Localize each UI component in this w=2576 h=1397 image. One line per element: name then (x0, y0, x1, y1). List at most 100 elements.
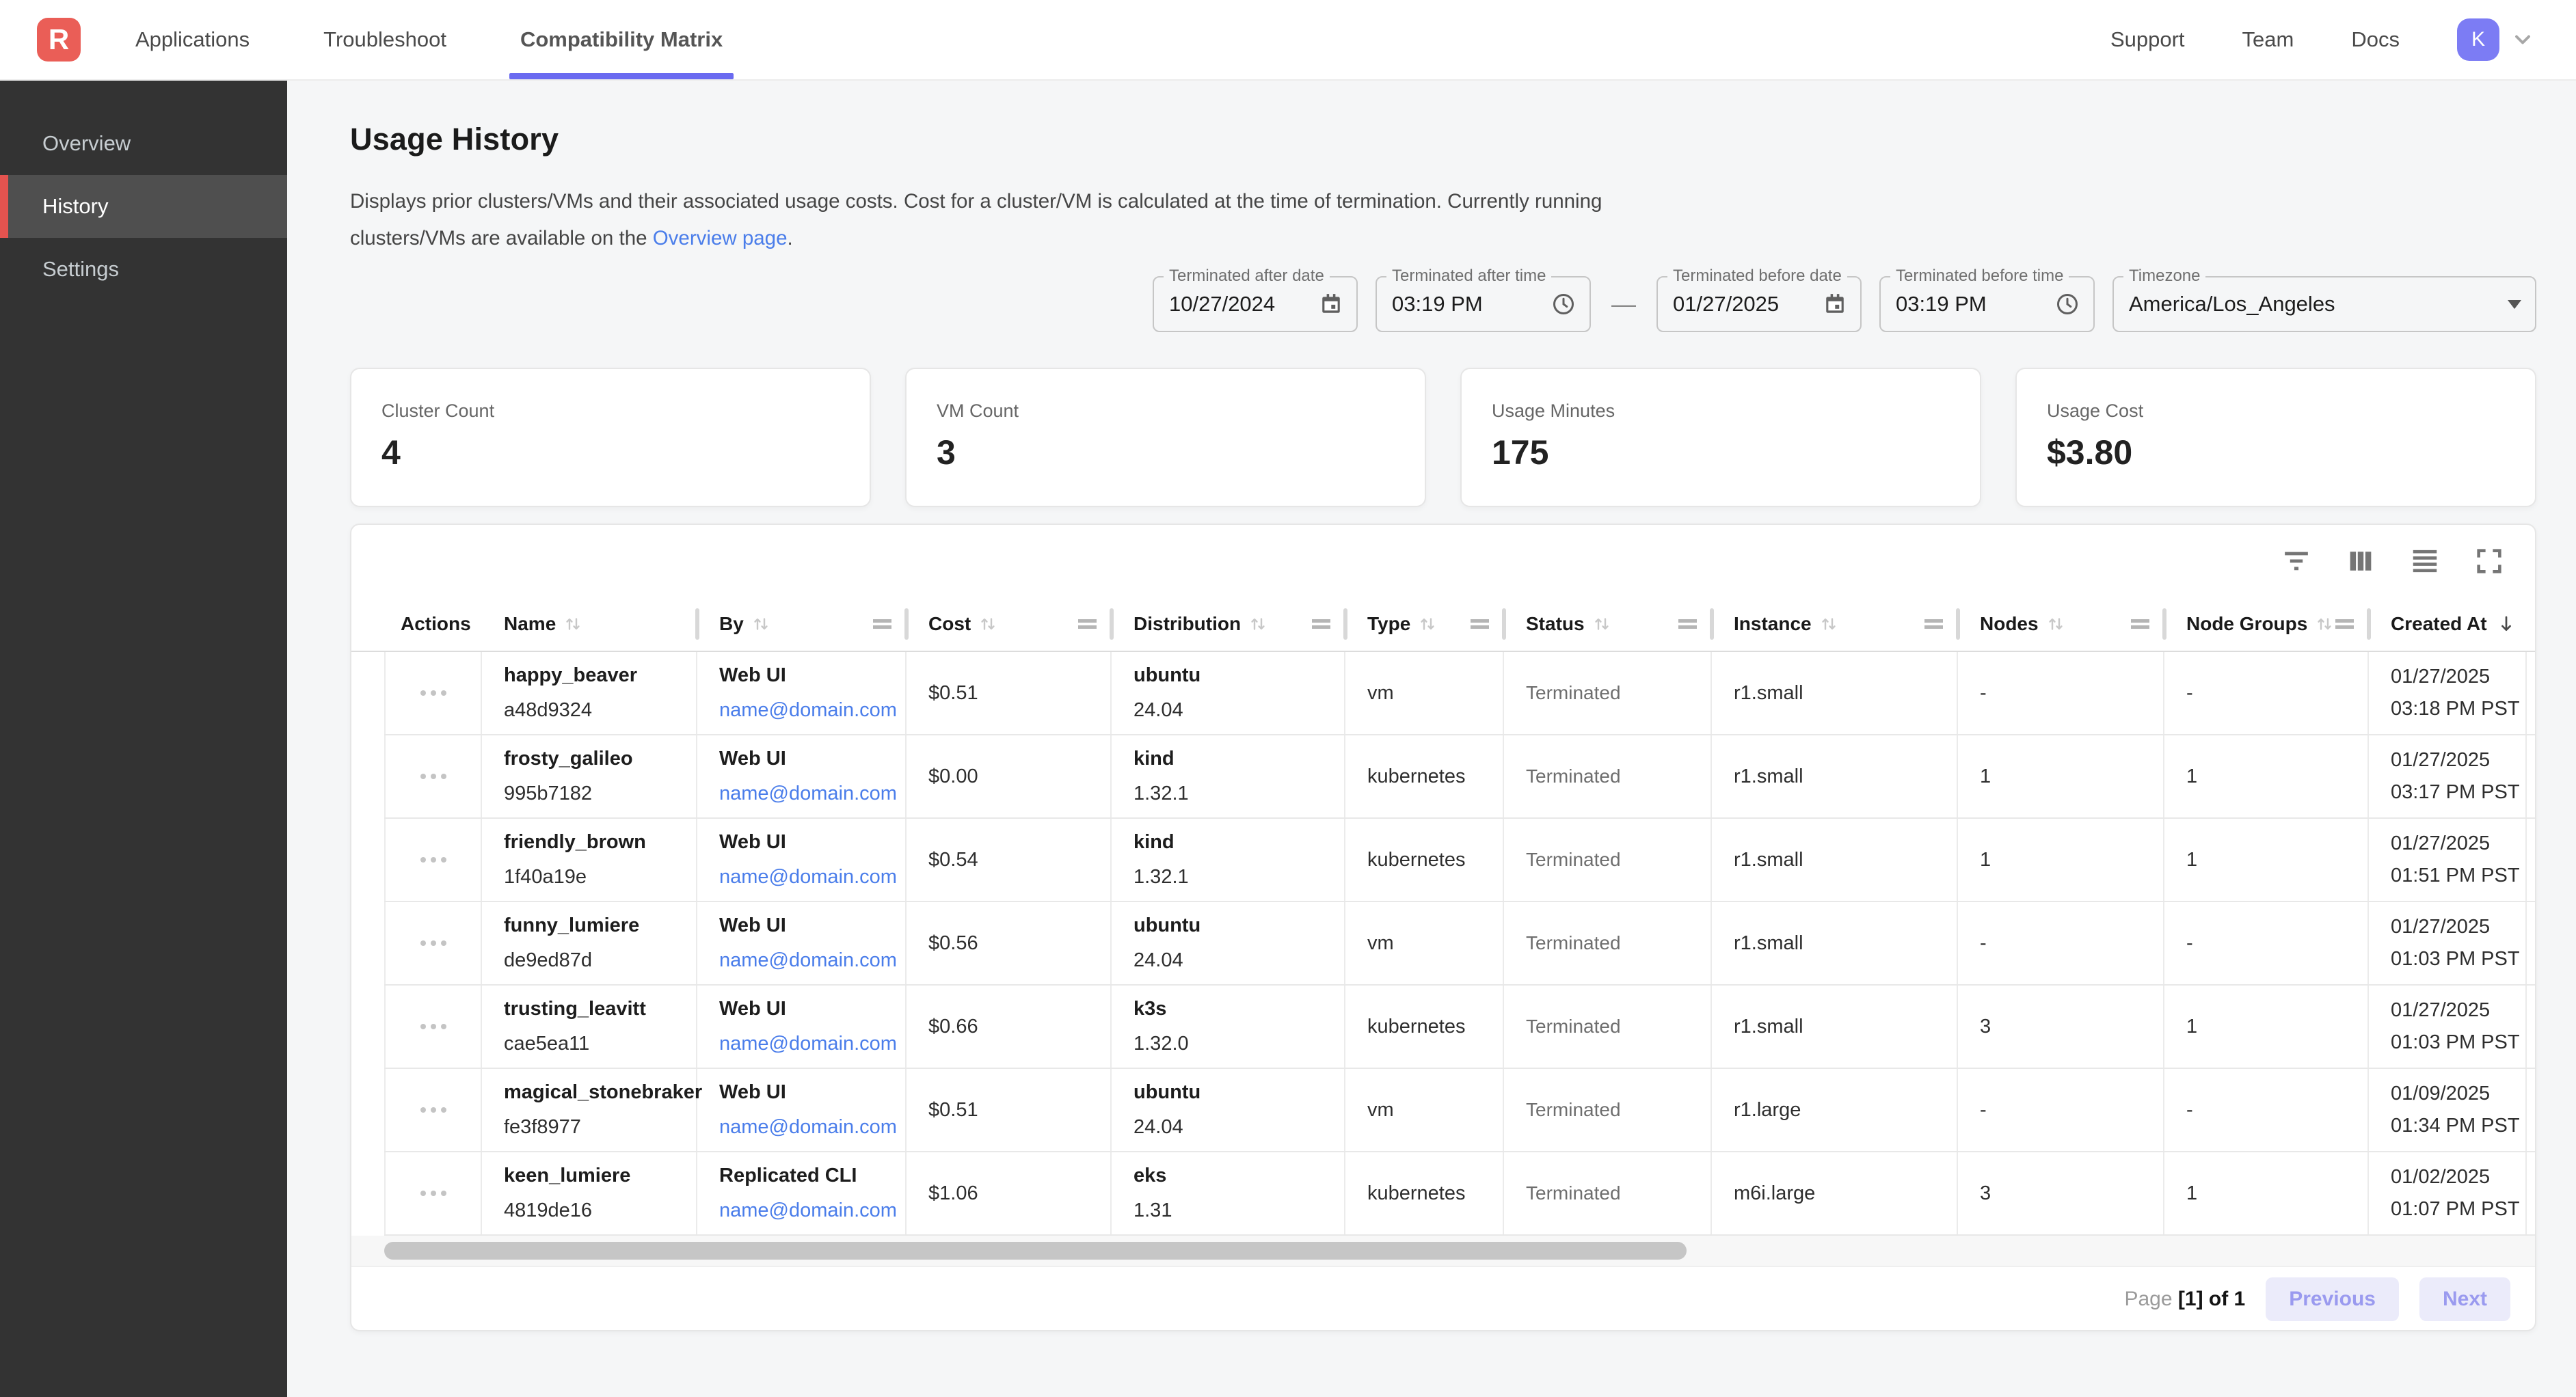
cell-name: keen_lumiere4819de16 (482, 1152, 697, 1234)
cell-by: Web UIname@domain.com (697, 819, 907, 901)
sidebar-item-history[interactable]: History (0, 175, 287, 238)
cell-created: 01/27/202501:03 PM PST (2369, 986, 2527, 1068)
previous-page-button[interactable]: Previous (2266, 1277, 2399, 1321)
nodes-value: 3 (1980, 1016, 2163, 1038)
tab-troubleshoot[interactable]: Troubleshoot (312, 0, 457, 79)
row-actions-button[interactable] (384, 735, 482, 817)
column-header-nodes[interactable]: Nodes (1958, 597, 2164, 651)
created-date: 01/09/2025 (2391, 1083, 2525, 1105)
clock-icon[interactable] (1539, 292, 1576, 316)
cell-nodes: 3 (1958, 986, 2164, 1068)
terminated-before-time-field[interactable]: Terminated before time 03:19 PM (1879, 276, 2095, 332)
density-icon[interactable] (2409, 545, 2441, 577)
terminated-before-date-field[interactable]: Terminated before date 01/27/2025 (1656, 276, 1862, 332)
horizontal-scrollbar-track[interactable] (351, 1236, 2535, 1267)
page-indicator: Page [1] of 1 (2124, 1288, 2245, 1311)
table-body: happy_beavera48d9324Web UIname@domain.co… (351, 652, 2535, 1236)
top-nav: R Applications Troubleshoot Compatibilit… (0, 0, 2576, 81)
row-actions-button[interactable] (384, 1152, 482, 1234)
column-header-by[interactable]: By (697, 597, 907, 651)
cell-cost: $0.66 (907, 986, 1112, 1068)
user-email-link[interactable]: name@domain.com (719, 699, 905, 722)
cluster-name: funny_lumiere (504, 914, 696, 937)
tab-compatibility-matrix[interactable]: Compatibility Matrix (509, 0, 734, 79)
row-actions-button[interactable] (384, 652, 482, 734)
column-header-cost[interactable]: Cost (907, 597, 1112, 651)
row-actions-button[interactable] (384, 1069, 482, 1151)
status-badge: Terminated (1526, 1099, 1710, 1121)
row-actions-button[interactable] (384, 986, 482, 1068)
columns-icon[interactable] (2345, 545, 2376, 577)
row-actions-button[interactable] (384, 819, 482, 901)
column-header-status[interactable]: Status (1504, 597, 1712, 651)
cell-type: vm (1345, 1069, 1504, 1151)
table-row: trusting_leavittcae5ea11Web UIname@domai… (384, 986, 2535, 1069)
sort-unsorted-icon (2045, 614, 2066, 634)
column-drag-icon[interactable] (2131, 619, 2149, 629)
cell-created: 01/27/202501:03 PM PST (2369, 902, 2527, 984)
clock-icon[interactable] (2043, 292, 2080, 316)
filter-icon[interactable] (2281, 545, 2312, 577)
user-email-link[interactable]: name@domain.com (719, 1199, 905, 1222)
user-email-link[interactable]: name@domain.com (719, 1033, 905, 1055)
user-email-link[interactable]: name@domain.com (719, 949, 905, 972)
nav-link-team[interactable]: Team (2242, 27, 2294, 52)
row-actions-button[interactable] (384, 902, 482, 984)
column-drag-icon[interactable] (2335, 619, 2354, 629)
type-value: vm (1367, 682, 1503, 705)
sidebar: Overview History Settings (0, 81, 287, 1397)
column-drag-icon[interactable] (873, 619, 891, 629)
calendar-icon[interactable] (1811, 293, 1847, 316)
account-menu[interactable]: K (2457, 18, 2535, 61)
terminated-after-time-field[interactable]: Terminated after time 03:19 PM (1376, 276, 1591, 332)
column-drag-icon[interactable] (1924, 619, 1943, 629)
cell-by: Web UIname@domain.com (697, 986, 907, 1068)
column-header-type[interactable]: Type (1345, 597, 1504, 651)
table-row: magical_stonebrakerfe3f8977Web UIname@do… (384, 1069, 2535, 1152)
status-badge: Terminated (1526, 765, 1710, 787)
column-drag-icon[interactable] (1312, 619, 1330, 629)
created-date: 01/27/2025 (2391, 916, 2525, 938)
next-page-button[interactable]: Next (2419, 1277, 2510, 1321)
column-header-node_groups[interactable]: Node Groups (2164, 597, 2369, 651)
sidebar-item-settings[interactable]: Settings (0, 238, 287, 301)
fullscreen-icon[interactable] (2473, 545, 2505, 577)
column-drag-icon[interactable] (1678, 619, 1697, 629)
terminated-after-date-field[interactable]: Terminated after date 10/27/2024 (1153, 276, 1358, 332)
nav-link-docs[interactable]: Docs (2351, 27, 2400, 52)
user-email-link[interactable]: name@domain.com (719, 1116, 905, 1139)
column-header-instance[interactable]: Instance (1712, 597, 1958, 651)
cell-created: 01/27/202503:18 PM PST (2369, 652, 2527, 734)
sort-unsorted-icon (563, 614, 583, 634)
cell-status: Terminated (1504, 1069, 1712, 1151)
overview-page-link[interactable]: Overview page (653, 227, 788, 249)
cell-instance: r1.small (1712, 986, 1958, 1068)
column-label: Name (504, 613, 556, 635)
avatar[interactable]: K (2457, 18, 2499, 61)
column-header-name[interactable]: Name (482, 597, 697, 651)
cell-nodes: 3 (1958, 1152, 2164, 1234)
column-drag-icon[interactable] (1471, 619, 1489, 629)
nodes-value: 1 (1980, 765, 2163, 788)
column-header-distribution[interactable]: Distribution (1112, 597, 1345, 651)
brand-logo[interactable]: R (37, 18, 81, 62)
sort-unsorted-icon (1248, 614, 1268, 634)
user-email-link[interactable]: name@domain.com (719, 783, 905, 805)
type-value: kubernetes (1367, 849, 1503, 871)
cost-value: $0.66 (928, 1016, 1110, 1038)
timezone-select[interactable]: Timezone America/Los_Angeles (2112, 276, 2536, 332)
nav-tabs: Applications Troubleshoot Compatibility … (124, 0, 734, 79)
cell-cost: $0.51 (907, 1069, 1112, 1151)
calendar-icon[interactable] (1307, 293, 1343, 316)
nav-link-support[interactable]: Support (2110, 27, 2185, 52)
sidebar-item-overview[interactable]: Overview (0, 112, 287, 175)
sort-unsorted-icon (1819, 614, 1839, 634)
tab-applications[interactable]: Applications (124, 0, 260, 79)
column-header-created[interactable]: Created At (2369, 597, 2527, 651)
horizontal-scrollbar-thumb[interactable] (384, 1242, 1687, 1260)
status-badge: Terminated (1526, 682, 1710, 704)
column-drag-icon[interactable] (1078, 619, 1097, 629)
cost-value: $1.06 (928, 1182, 1110, 1205)
user-email-link[interactable]: name@domain.com (719, 866, 905, 889)
instance-value: r1.small (1734, 849, 1957, 871)
